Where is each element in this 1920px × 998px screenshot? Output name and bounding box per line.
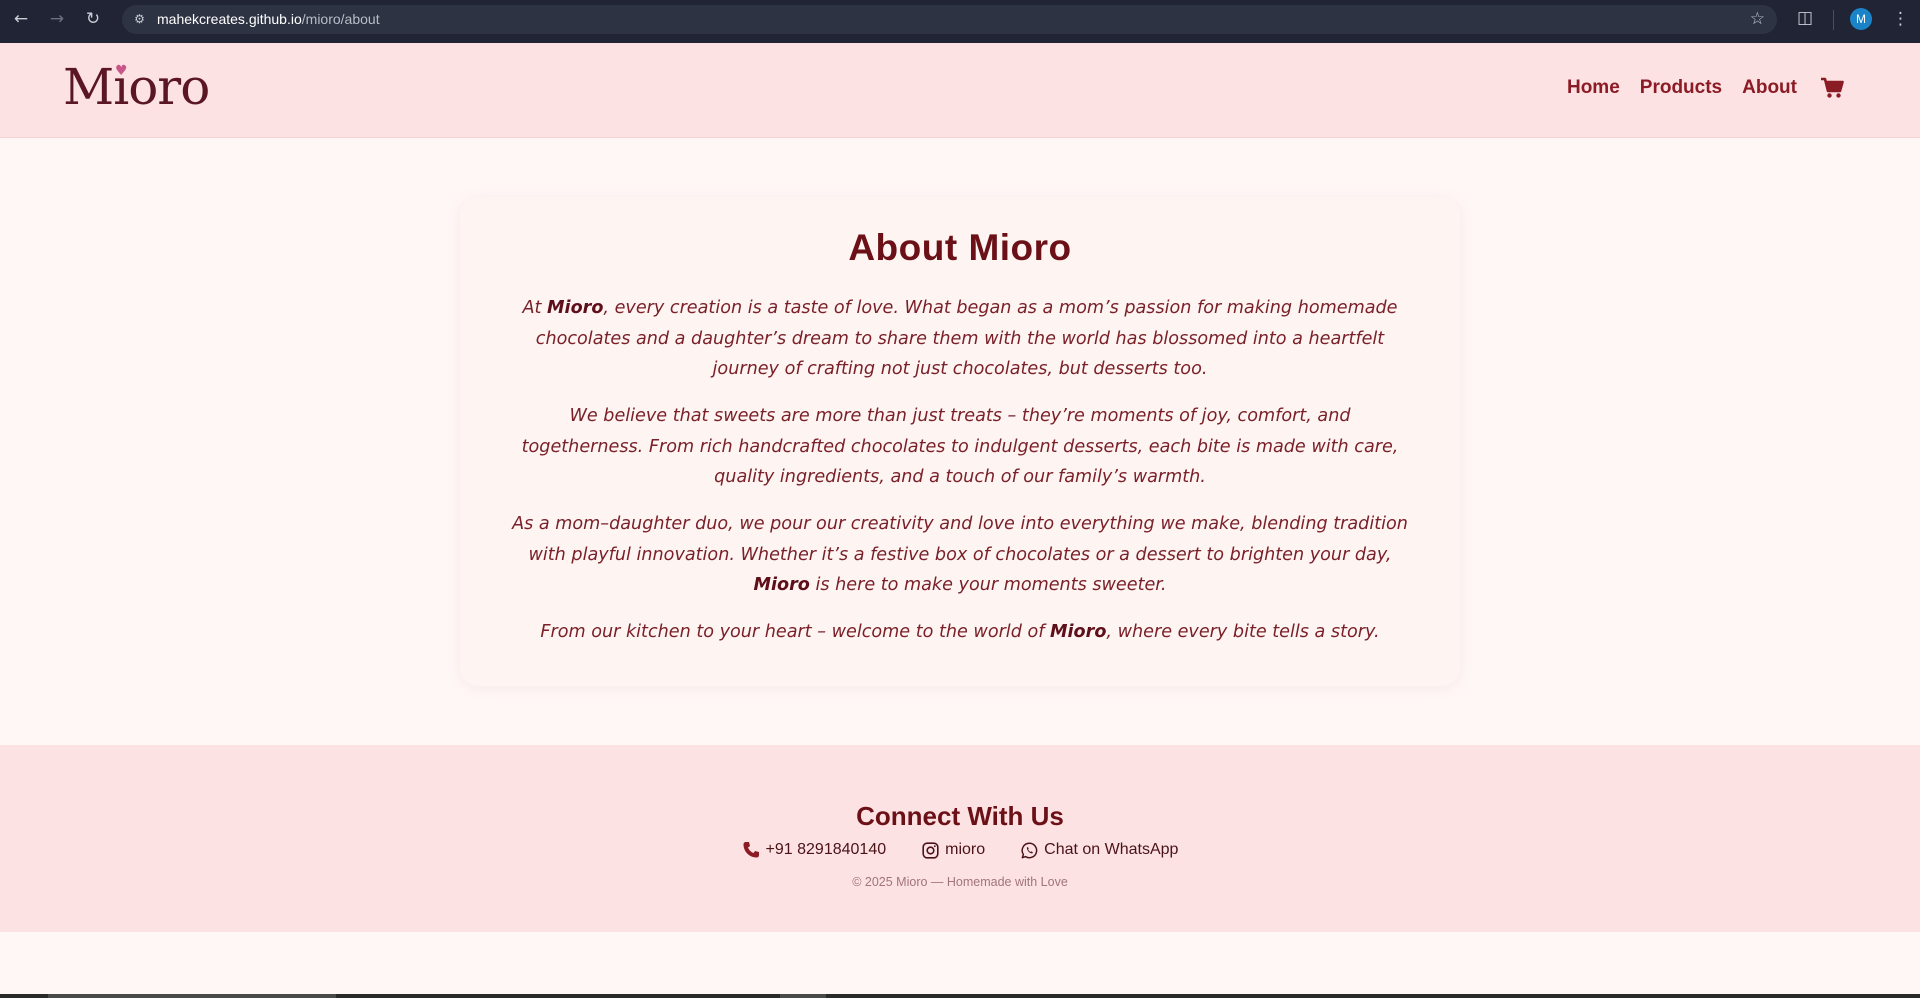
about-paragraph-1: At Mioro, every creation is a taste of l… — [508, 293, 1412, 385]
page-title: About Mioro — [848, 227, 1072, 268]
p4-text-b: , where every bite tells a story. — [1106, 622, 1380, 642]
about-paragraph-3: As a mom–daughter duo, we pour our creat… — [508, 509, 1412, 601]
p1-text-b: , every creation is a taste of love. Wha… — [535, 298, 1398, 379]
brand-name: Mioro — [547, 298, 604, 318]
p1-text-a: At — [522, 298, 548, 318]
url-host: mahekcreates.github.io — [157, 11, 302, 27]
url-text[interactable]: mahekcreates.github.io/mioro/about — [157, 11, 380, 27]
whatsapp-icon — [1021, 842, 1038, 859]
phone-link[interactable]: +91 8291840140 — [742, 841, 887, 859]
bottom-edge — [0, 994, 1920, 998]
back-arrow-icon[interactable]: ← — [10, 8, 32, 30]
p4-text-a: From our kitchen to your heart – welcome… — [540, 622, 1051, 642]
bookmark-star-icon[interactable]: ☆ — [1750, 9, 1765, 29]
bottom-edge-segment — [48, 994, 336, 998]
copyright-text: © 2025 Mioro — Homemade with Love — [852, 875, 1068, 889]
profile-avatar[interactable]: M — [1850, 8, 1872, 30]
phone-number: +91 8291840140 — [765, 841, 887, 858]
whatsapp-label: Chat on WhatsApp — [1044, 841, 1179, 858]
nav-home-link[interactable]: Home — [1567, 77, 1620, 99]
url-path: /mioro/about — [301, 11, 380, 27]
forward-arrow-icon[interactable]: → — [46, 8, 68, 30]
reload-icon[interactable]: ↻ — [82, 8, 104, 30]
p3-text-b: is here to make your moments sweeter. — [809, 575, 1167, 595]
brand-name: Mioro — [1050, 622, 1107, 642]
bottom-edge-segment — [780, 994, 826, 998]
nav-about-link[interactable]: About — [1742, 77, 1797, 99]
about-card: About Mioro At Mioro, every creation is … — [460, 197, 1460, 686]
toolbar-divider — [1833, 10, 1834, 30]
site-header: Mioro ♥ Home Products About — [0, 43, 1920, 138]
shopping-cart-icon[interactable] — [1820, 77, 1844, 99]
phone-icon — [742, 841, 760, 859]
heart-icon: ♥ — [115, 63, 128, 79]
extensions-icon[interactable]: ◫ — [1797, 8, 1813, 28]
site-footer: Connect With Us +91 8291840140 mioro Cha… — [0, 745, 1920, 932]
logo-wordmark: Mioro — [63, 58, 210, 116]
contact-links: +91 8291840140 mioro Chat on WhatsApp — [0, 841, 1920, 859]
main-nav: Home Products About — [1567, 77, 1844, 99]
nav-products-link[interactable]: Products — [1640, 77, 1722, 99]
instagram-handle: mioro — [945, 841, 986, 858]
brand-name: Mioro — [753, 575, 810, 595]
about-paragraph-4: From our kitchen to your heart – welcome… — [508, 617, 1412, 648]
whatsapp-link[interactable]: Chat on WhatsApp — [1021, 841, 1178, 859]
address-bar[interactable]: ⚙ mahekcreates.github.io/mioro/about ☆ — [122, 5, 1777, 34]
site-settings-icon[interactable]: ⚙ — [131, 11, 148, 28]
instagram-link[interactable]: mioro — [922, 841, 985, 859]
instagram-icon — [922, 841, 939, 859]
about-paragraph-2: We believe that sweets are more than jus… — [521, 406, 1399, 487]
mioro-logo[interactable]: Mioro ♥ — [63, 57, 210, 117]
footer-title: Connect With Us — [856, 801, 1064, 831]
more-menu-icon[interactable]: ⋮ — [1892, 8, 1909, 30]
browser-toolbar: ← → ↻ ⚙ mahekcreates.github.io/mioro/abo… — [0, 0, 1920, 43]
p3-text-a: As a mom–daughter duo, we pour our creat… — [512, 514, 1408, 565]
